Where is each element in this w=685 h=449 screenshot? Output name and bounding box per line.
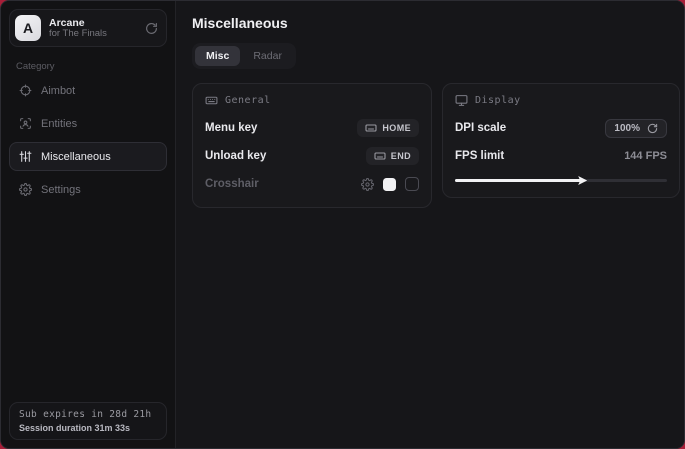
- page-title: Miscellaneous: [192, 15, 680, 31]
- crosshair-checkbox[interactable]: [405, 177, 419, 191]
- app-window: A Arcane for The Finals Category Aimbot: [0, 0, 685, 449]
- dpi-scale-button[interactable]: 100%: [605, 119, 667, 138]
- dpi-scale-row: DPI scale 100%: [455, 117, 667, 139]
- general-card: General Menu key HOME Unload key: [192, 83, 432, 208]
- dpi-scale-label: DPI scale: [455, 122, 506, 134]
- tab-radar[interactable]: Radar: [242, 46, 293, 66]
- subscription-info-card: Sub expires in 28d 21h Session duration …: [9, 402, 167, 440]
- crosshair-row: Crosshair: [205, 173, 419, 195]
- crosshair-controls: [361, 177, 419, 191]
- tab-misc[interactable]: Misc: [195, 46, 240, 66]
- sidebar-item-miscellaneous[interactable]: Miscellaneous: [9, 142, 167, 171]
- main-content: Miscellaneous Misc Radar General Menu ke…: [176, 1, 685, 448]
- sub-expiry-text: Sub expires in 28d 21h: [19, 409, 157, 420]
- menu-key-bind-button[interactable]: HOME: [357, 119, 419, 137]
- fps-limit-value: 144 FPS: [624, 150, 667, 162]
- dpi-scale-value: 100%: [614, 123, 640, 134]
- fps-limit-row: FPS limit 144 FPS: [455, 145, 667, 167]
- display-card-title: Display: [475, 95, 521, 106]
- sliders-icon: [19, 150, 32, 163]
- keyboard-icon: [374, 150, 386, 162]
- brand-title: Arcane: [49, 17, 137, 29]
- brand-avatar: A: [15, 15, 41, 41]
- session-duration-text: Session duration 31m 33s: [19, 423, 157, 433]
- keyboard-icon: [365, 122, 377, 134]
- crosshair-color-swatch[interactable]: [383, 178, 396, 191]
- sidebar-item-entities[interactable]: Entities: [9, 109, 167, 138]
- display-card: Display DPI scale 100% FPS limit: [442, 83, 680, 198]
- tab-bar: Misc Radar: [192, 43, 296, 69]
- sidebar: A Arcane for The Finals Category Aimbot: [1, 1, 176, 448]
- gear-icon: [19, 183, 32, 196]
- keyboard-icon: [205, 94, 218, 107]
- general-card-header: General: [205, 94, 419, 107]
- menu-key-label: Menu key: [205, 122, 257, 134]
- general-card-title: General: [225, 95, 271, 106]
- menu-key-value: HOME: [382, 123, 411, 133]
- category-label: Category: [16, 61, 167, 72]
- brand-text: Arcane for The Finals: [49, 17, 137, 40]
- brand-card: A Arcane for The Finals: [9, 9, 167, 47]
- refresh-icon: [647, 123, 658, 134]
- cards-row: General Menu key HOME Unload key: [192, 83, 680, 208]
- monitor-icon: [455, 94, 468, 107]
- crosshair-label: Crosshair: [205, 178, 259, 190]
- refresh-icon[interactable]: [145, 22, 158, 35]
- gear-icon[interactable]: [361, 178, 374, 191]
- scan-icon: [19, 117, 32, 130]
- slider-fill: [455, 179, 582, 182]
- sidebar-item-settings[interactable]: Settings: [9, 175, 167, 204]
- unload-key-value: END: [391, 151, 411, 161]
- brand-subtitle: for The Finals: [49, 29, 137, 40]
- fps-limit-label: FPS limit: [455, 150, 504, 162]
- category-nav: Aimbot Entities Miscellaneous: [9, 76, 167, 204]
- crosshair-icon: [19, 84, 32, 97]
- sidebar-item-aimbot[interactable]: Aimbot: [9, 76, 167, 105]
- menu-key-row: Menu key HOME: [205, 117, 419, 139]
- sidebar-item-label: Miscellaneous: [41, 151, 111, 163]
- unload-key-row: Unload key END: [205, 145, 419, 167]
- sidebar-item-label: Aimbot: [41, 85, 75, 97]
- unload-key-bind-button[interactable]: END: [366, 147, 419, 165]
- unload-key-label: Unload key: [205, 150, 266, 162]
- sidebar-item-label: Entities: [41, 118, 77, 130]
- sidebar-item-label: Settings: [41, 184, 81, 196]
- fps-limit-slider[interactable]: [455, 175, 667, 185]
- display-card-header: Display: [455, 94, 667, 107]
